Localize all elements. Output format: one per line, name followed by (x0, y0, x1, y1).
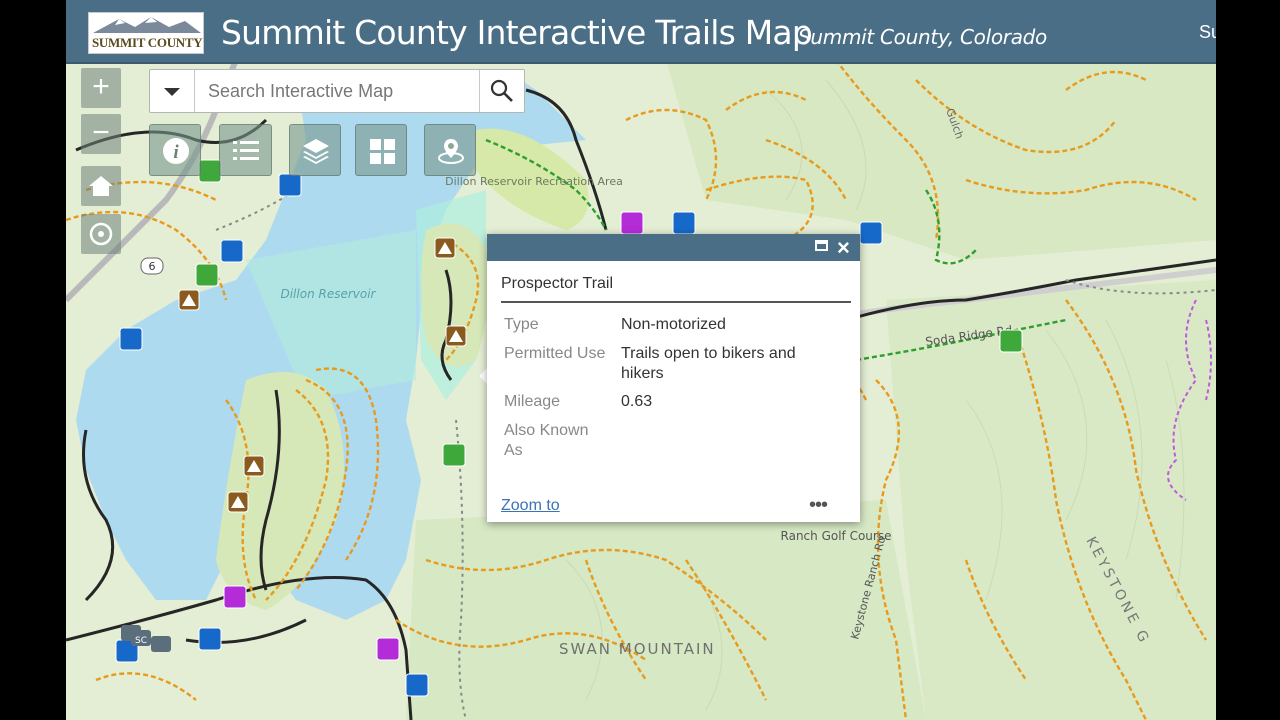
identify-tool-button[interactable]: i (149, 124, 201, 176)
legend-tool-button[interactable] (219, 124, 272, 176)
app-subtitle: Summit County, Colorado (798, 25, 1047, 49)
chevron-down-icon (164, 88, 180, 96)
home-icon (89, 176, 113, 196)
locate-tool-button[interactable] (424, 124, 476, 176)
layers-icon (303, 139, 329, 164)
field-label-mileage: Mileage (504, 393, 561, 410)
compass-icon (89, 222, 113, 246)
header-link[interactable]: Su (1199, 22, 1216, 43)
search-input[interactable] (200, 70, 470, 112)
map-label-recreation-area: Dillon Reservoir Recreation Area (445, 175, 623, 188)
maximize-icon[interactable] (815, 240, 828, 251)
field-value-mileage: 0.63 (621, 393, 653, 410)
more-actions-button[interactable]: ••• (809, 494, 828, 517)
popup-title: Prospector Trail (501, 275, 614, 292)
field-value-permitted-use: Trails open to bikers and hikers (621, 345, 796, 382)
feature-popup: × Prospector Trail Type Non-motorized Pe… (487, 234, 860, 522)
locate-button[interactable] (81, 214, 121, 254)
close-icon[interactable]: × (837, 234, 850, 261)
map-label-sc: SC (135, 636, 147, 646)
highway-6-shield: 6 (149, 260, 156, 273)
basemap-gallery-icon (370, 139, 395, 164)
home-button[interactable] (81, 166, 121, 206)
field-value-type: Non-motorized (621, 316, 726, 333)
search-icon (490, 79, 513, 102)
zoom-in-button[interactable]: + (81, 68, 121, 108)
locate-icon (438, 139, 464, 164)
map-label-swan-mountain: SWAN MOUNTAIN (559, 640, 716, 658)
field-label-permitted-use: Permitted Use (504, 345, 606, 362)
map-label-dillon-reservoir: Dillon Reservoir (280, 287, 376, 301)
app-title: Summit County Interactive Trails Map (221, 13, 813, 52)
zoom-out-button[interactable]: − (81, 114, 121, 154)
search-button[interactable] (479, 70, 524, 112)
mountain-logo-icon (93, 17, 201, 33)
popup-divider (501, 301, 851, 303)
basemap-tool-button[interactable] (355, 124, 407, 176)
svg-text:i: i (173, 142, 179, 163)
layers-tool-button[interactable] (289, 124, 341, 176)
zoom-to-link[interactable]: Zoom to (501, 497, 560, 515)
county-logo: SUMMIT COUNTY (88, 12, 204, 54)
logo-text: SUMMIT COUNTY (92, 35, 203, 50)
field-label-type: Type (504, 316, 539, 333)
popup-header: × (487, 234, 860, 261)
field-label-also-known-as: Also Known As (504, 422, 589, 459)
map-label-golf-course: Ranch Golf Course (781, 529, 892, 543)
legend-list-icon (233, 141, 259, 160)
search-widget (149, 69, 525, 113)
app-header: SUMMIT COUNTY Summit County Interactive … (66, 0, 1216, 64)
info-icon: i (163, 138, 189, 164)
search-source-dropdown[interactable] (150, 70, 195, 112)
app-window: Dillon Reservoir SWAN MOUNTAIN Soda Ridg… (66, 0, 1216, 720)
